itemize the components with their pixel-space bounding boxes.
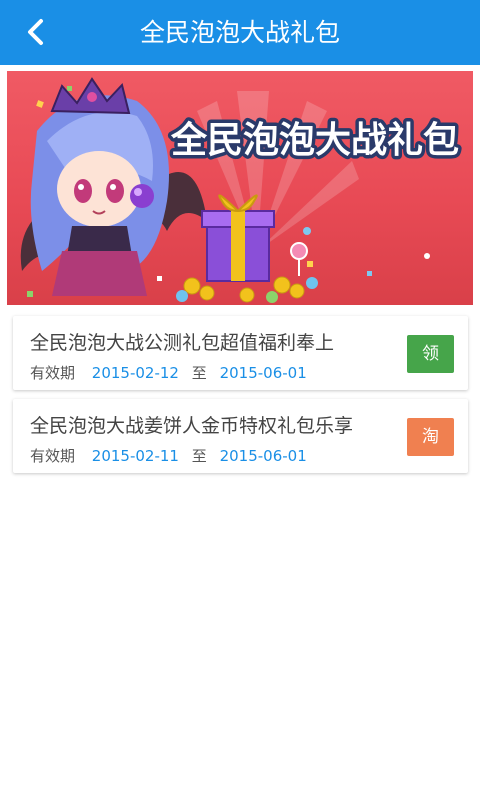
character-illustration — [20, 77, 207, 296]
svg-text:全民泡泡大战礼包: 全民泡泡大战礼包 — [170, 119, 459, 160]
gift-validity: 有效期 2015-02-11 至 2015-06-01 — [30, 445, 311, 466]
end-date: 2015-06-01 — [219, 364, 307, 382]
gift-card[interactable]: 全民泡泡大战姜饼人金币特权礼包乐享 有效期 2015-02-11 至 2015-… — [13, 399, 468, 473]
chevron-left-icon — [28, 19, 43, 45]
back-button[interactable] — [18, 14, 54, 50]
to-label: 至 — [191, 447, 207, 465]
gift-banner[interactable]: 全民泡泡大战礼包 全民泡泡大战礼包 — [7, 71, 473, 305]
to-label: 至 — [191, 364, 207, 382]
start-date: 2015-02-12 — [91, 364, 179, 382]
validity-label: 有效期 — [30, 364, 76, 382]
start-date: 2015-02-11 — [91, 447, 179, 465]
tao-button[interactable]: 淘 — [407, 418, 454, 456]
gift-card[interactable]: 全民泡泡大战公测礼包超值福利奉上 有效期 2015-02-12 至 2015-0… — [13, 316, 468, 390]
end-date: 2015-06-01 — [219, 447, 307, 465]
validity-label: 有效期 — [30, 447, 76, 465]
app-header: 全民泡泡大战礼包 — [0, 0, 480, 65]
banner-title: 全民泡泡大战礼包 全民泡泡大战礼包 — [167, 116, 463, 164]
gift-validity: 有效期 2015-02-12 至 2015-06-01 — [30, 362, 311, 383]
banner-artwork: 全民泡泡大战礼包 全民泡泡大战礼包 — [20, 77, 463, 303]
claim-button[interactable]: 领 — [407, 335, 454, 373]
page-title: 全民泡泡大战礼包 — [139, 18, 340, 47]
gift-title: 全民泡泡大战姜饼人金币特权礼包乐享 — [30, 415, 354, 437]
gift-title: 全民泡泡大战公测礼包超值福利奉上 — [30, 332, 335, 354]
